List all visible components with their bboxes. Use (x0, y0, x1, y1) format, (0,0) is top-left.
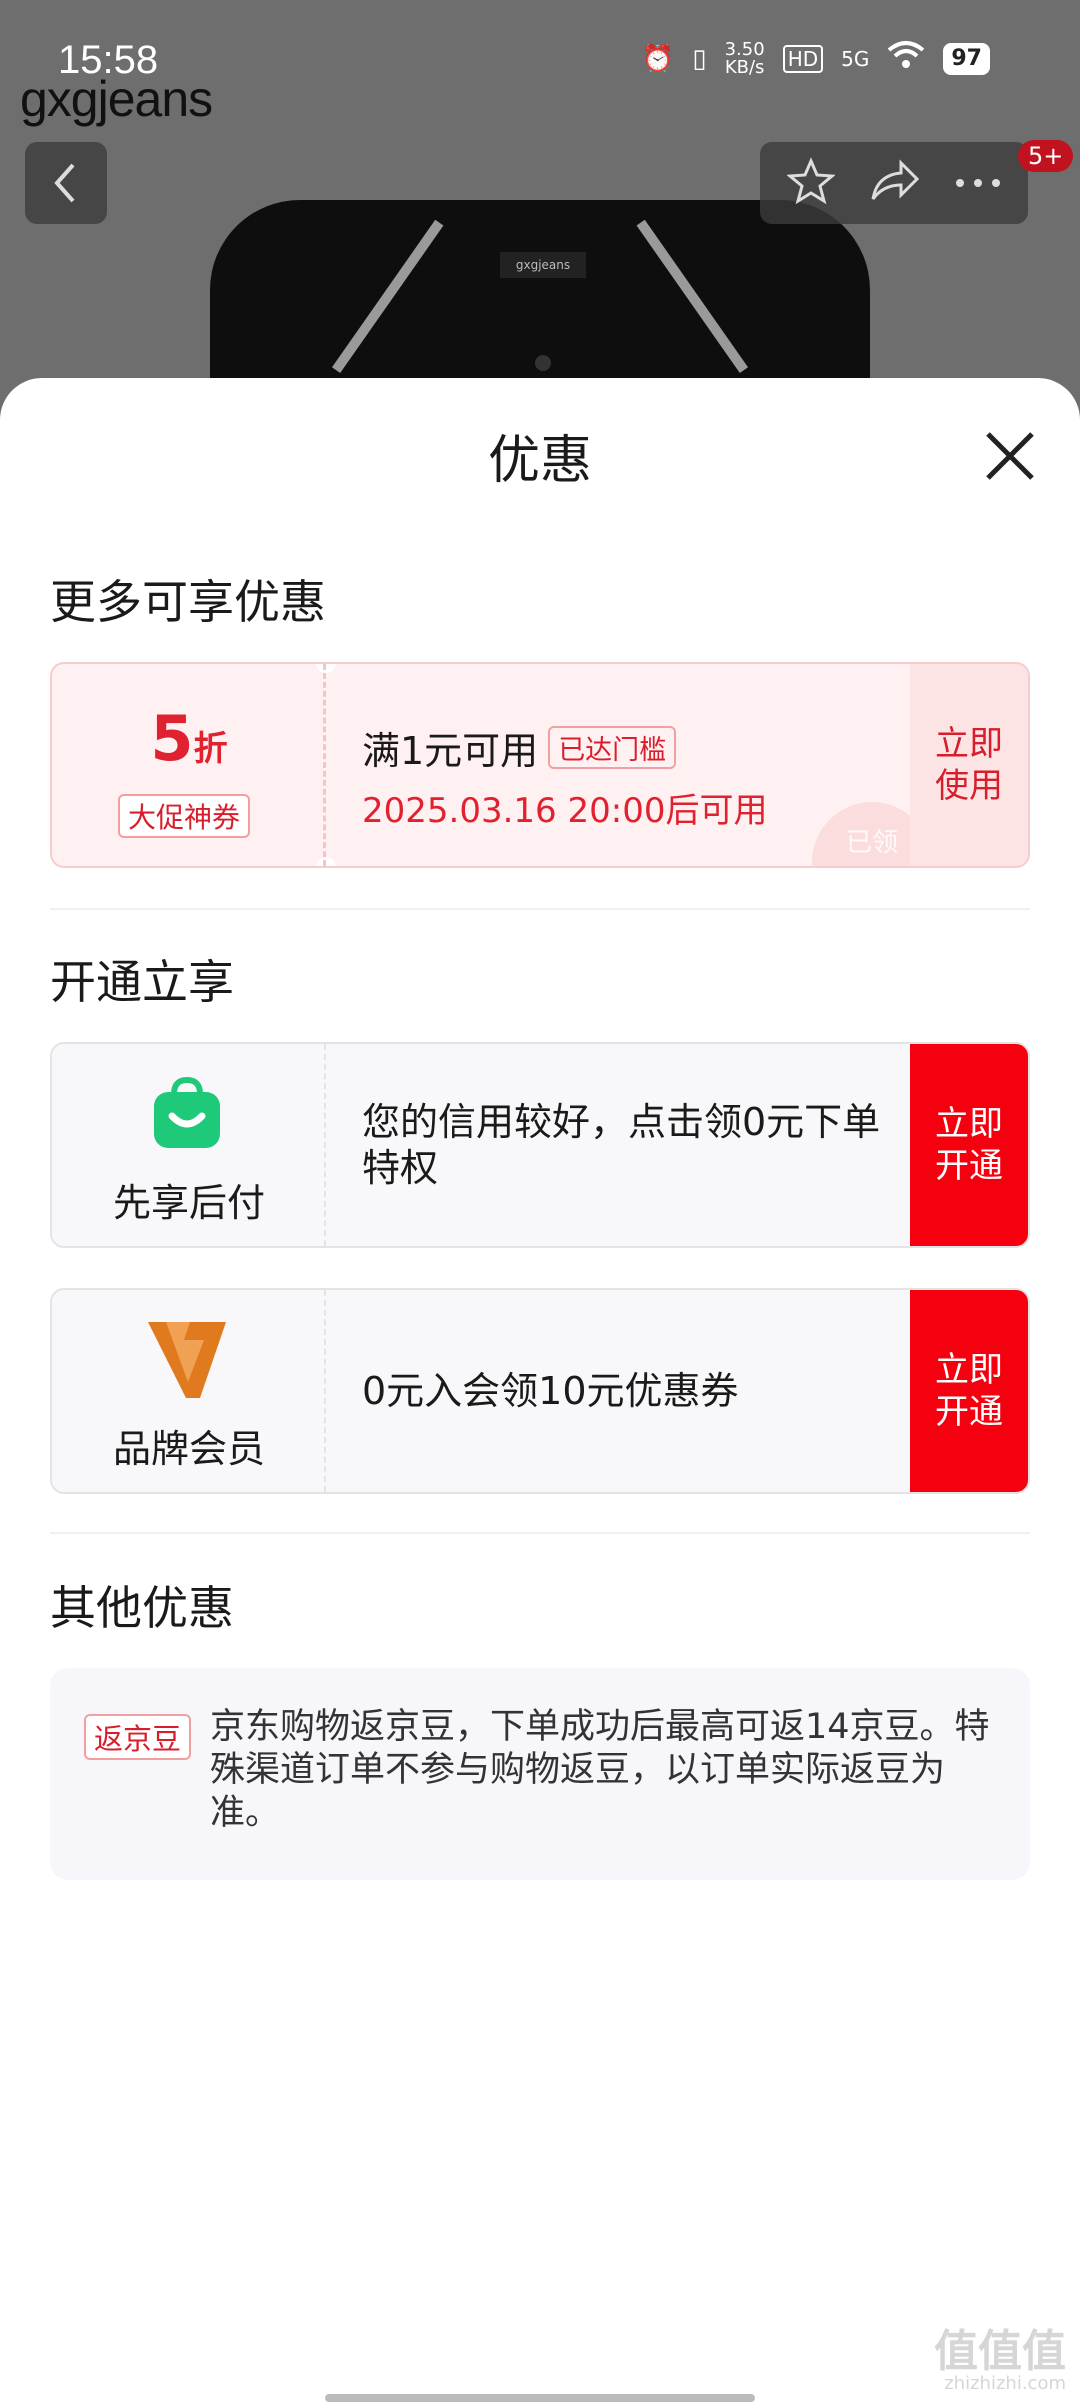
pay-later-open-button[interactable]: 立即开通 (910, 1044, 1028, 1246)
status-icons: ⏰ ▯ 3.50 KB/s HD 5G 97 (642, 40, 990, 77)
close-button[interactable] (980, 426, 1040, 486)
net-speed-unit: KB/s (724, 56, 765, 78)
divider (50, 908, 1030, 910)
divider (50, 1532, 1030, 1534)
coupon-valid-time: 2025.03.16 20:00后可用 (362, 791, 768, 831)
coupon-info: 满1元可用 已达门槛 2025.03.16 20:00后可用 (362, 720, 767, 832)
brand-member-card[interactable]: 品牌会员 0元入会领10元优惠券 立即开通 (50, 1288, 1030, 1494)
brand-logo: gxgjeans (20, 71, 213, 127)
alarm-icon: ⏰ (641, 43, 675, 74)
hd-icon: HD (782, 44, 824, 73)
home-indicator[interactable] (325, 2394, 755, 2402)
brand-member-logo-icon (144, 1316, 230, 1402)
open-now-label: 立即开通 (935, 1104, 1003, 1186)
close-icon (986, 432, 1034, 480)
watermark-sub: zhizhizhi.com (944, 2373, 1066, 2394)
net-speed: 3.50 KB/s (724, 40, 765, 78)
chevron-left-icon (54, 163, 75, 203)
brand-member-brand: 品牌会员 (52, 1290, 326, 1492)
discount-number: 5 (150, 702, 194, 775)
jd-bean-tag: 返京豆 (84, 1714, 192, 1760)
top-actions (760, 142, 1028, 224)
brand-member-label: 品牌会员 (112, 1427, 265, 1471)
shopping-bag-icon (150, 1076, 224, 1150)
watermark-main: 值值值 (934, 2326, 1066, 2377)
watermark: 值值值 zhizhizhi.com (934, 2330, 1066, 2394)
share-icon (871, 159, 920, 200)
section-title-more: 更多可享优惠 (50, 575, 326, 629)
vibrate-icon: ▯ (692, 43, 707, 74)
pay-later-brand: 先享后付 (52, 1044, 326, 1246)
more-icon (956, 178, 1000, 187)
wifi-icon (887, 40, 925, 77)
pay-later-card[interactable]: 先享后付 您的信用较好，点击领0元下单特权 立即开通 (50, 1042, 1030, 1248)
pay-later-desc: 您的信用较好，点击领0元下单特权 (362, 1100, 881, 1190)
back-button[interactable] (25, 142, 107, 224)
brand-member-open-button[interactable]: 立即开通 (910, 1290, 1028, 1492)
threshold-reached-badge: 已达门槛 (548, 726, 677, 769)
status-bar: 15:58 ⏰ ▯ 3.50 KB/s HD 5G 97 gxgjeans (0, 0, 1080, 127)
share-button[interactable] (869, 159, 921, 207)
coupon-discount: 5折 (52, 702, 326, 775)
discount-unit: 折 (193, 729, 228, 769)
more-button[interactable] (955, 174, 1001, 193)
use-now-button[interactable]: 立即使用 (910, 664, 1028, 866)
favorite-button[interactable] (786, 157, 836, 209)
use-now-label: 立即使用 (935, 724, 1003, 806)
brand-member-desc: 0元入会领10元优惠券 (362, 1369, 739, 1413)
battery-icon: 97 (943, 42, 990, 75)
jd-bean-offer: 返京豆 京东购物返京豆，下单成功后最高可返14京豆。特殊渠道订单不参与购物返豆，… (50, 1668, 1030, 1880)
section-title-other: 其他优惠 (50, 1581, 234, 1635)
coupon-card[interactable]: 5折 大促神券 满1元可用 已达门槛 2025.03.16 20:00后可用 已… (50, 662, 1030, 868)
coupon-condition: 满1元可用 (362, 729, 539, 773)
sheet-title: 优惠 (487, 431, 592, 491)
coupon-discount-area: 5折 大促神券 (52, 664, 326, 866)
star-icon (786, 157, 836, 205)
pay-later-label: 先享后付 (112, 1181, 265, 1225)
section-title-open: 开通立享 (50, 955, 234, 1009)
open-now-label: 立即开通 (935, 1350, 1003, 1432)
cart-badge: 5+ (1018, 140, 1074, 172)
coupon-tag: 大促神券 (118, 794, 251, 838)
network-label: 5G (841, 46, 870, 71)
shirt-button (535, 355, 551, 371)
shirt-label: gxgjeans (500, 252, 586, 278)
jd-bean-text: 京东购物返京豆，下单成功后最高可返14京豆。特殊渠道订单不参与购物返豆，以订单实… (210, 1707, 990, 1833)
discount-sheet: 优惠 更多可享优惠 5折 大促神券 满1元可用 已达门槛 2025.03.16 … (0, 378, 1080, 2408)
